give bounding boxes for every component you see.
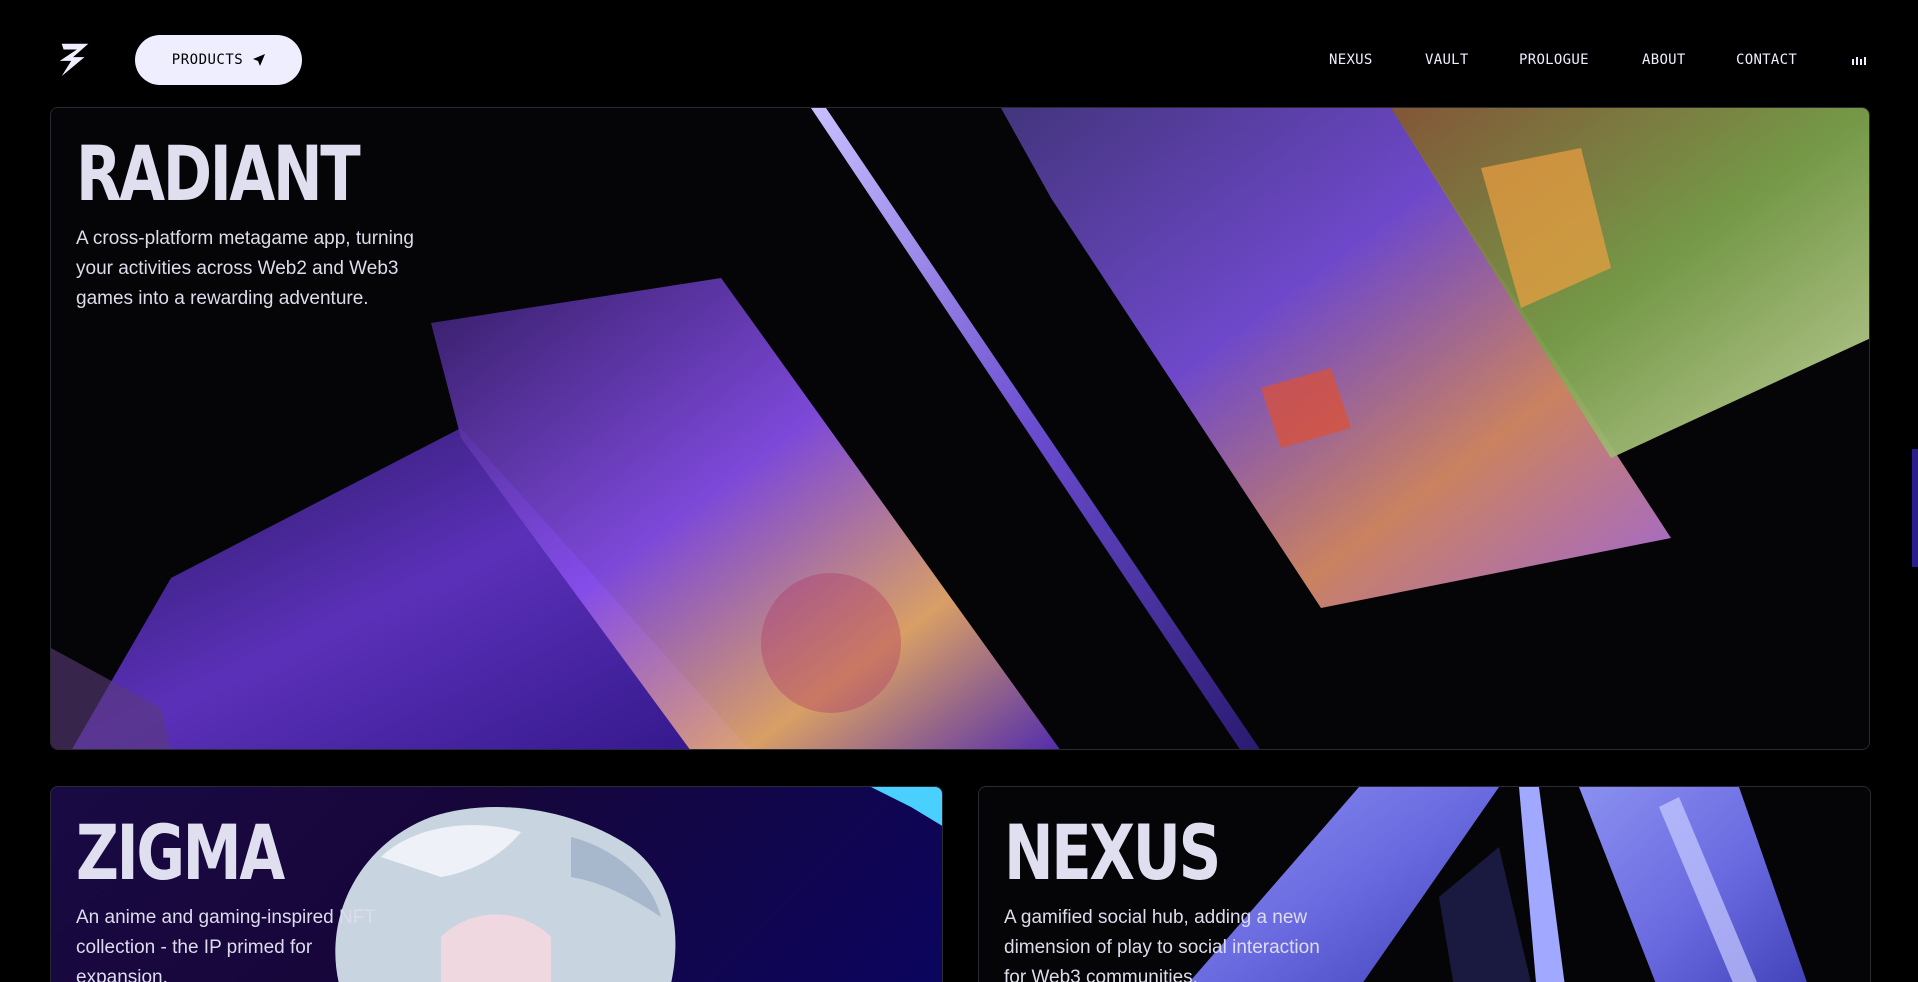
nav-link-vault[interactable]: VAULT [1425, 52, 1469, 68]
card-description: A gamified social hub, adding a new dime… [1004, 907, 1320, 982]
card-title: ZIGMA [76, 808, 285, 897]
top-navigation: PRODUCTS NEXUS VAULT PROLOGUE ABOUT CONT… [0, 0, 1918, 108]
logo-icon[interactable] [56, 40, 94, 78]
product-card-radiant[interactable]: RADIANT A cross-platform metagame app, t… [50, 107, 1870, 750]
nav-link-nexus[interactable]: NEXUS [1329, 52, 1373, 68]
nav-link-contact[interactable]: CONTACT [1736, 52, 1797, 68]
audio-bars-icon[interactable] [1852, 55, 1866, 65]
product-card-nexus[interactable]: NEXUS A gamified social hub, adding a ne… [978, 786, 1871, 982]
products-button[interactable]: PRODUCTS [135, 35, 302, 85]
card-title: NEXUS [1004, 808, 1221, 897]
send-arrow-icon [253, 54, 266, 66]
card-description: A cross-platform metagame app, turning y… [76, 228, 414, 309]
nav-link-prologue[interactable]: PROLOGUE [1519, 52, 1589, 68]
card-title: RADIANT [76, 129, 361, 218]
scroll-accent [1912, 449, 1918, 567]
product-card-zigma[interactable]: ZIGMA An anime and gaming-inspired NFT c… [50, 786, 943, 982]
nav-link-about[interactable]: ABOUT [1642, 52, 1686, 68]
card-description: An anime and gaming-inspired NFT collect… [76, 907, 376, 982]
products-label: PRODUCTS [171, 52, 244, 68]
